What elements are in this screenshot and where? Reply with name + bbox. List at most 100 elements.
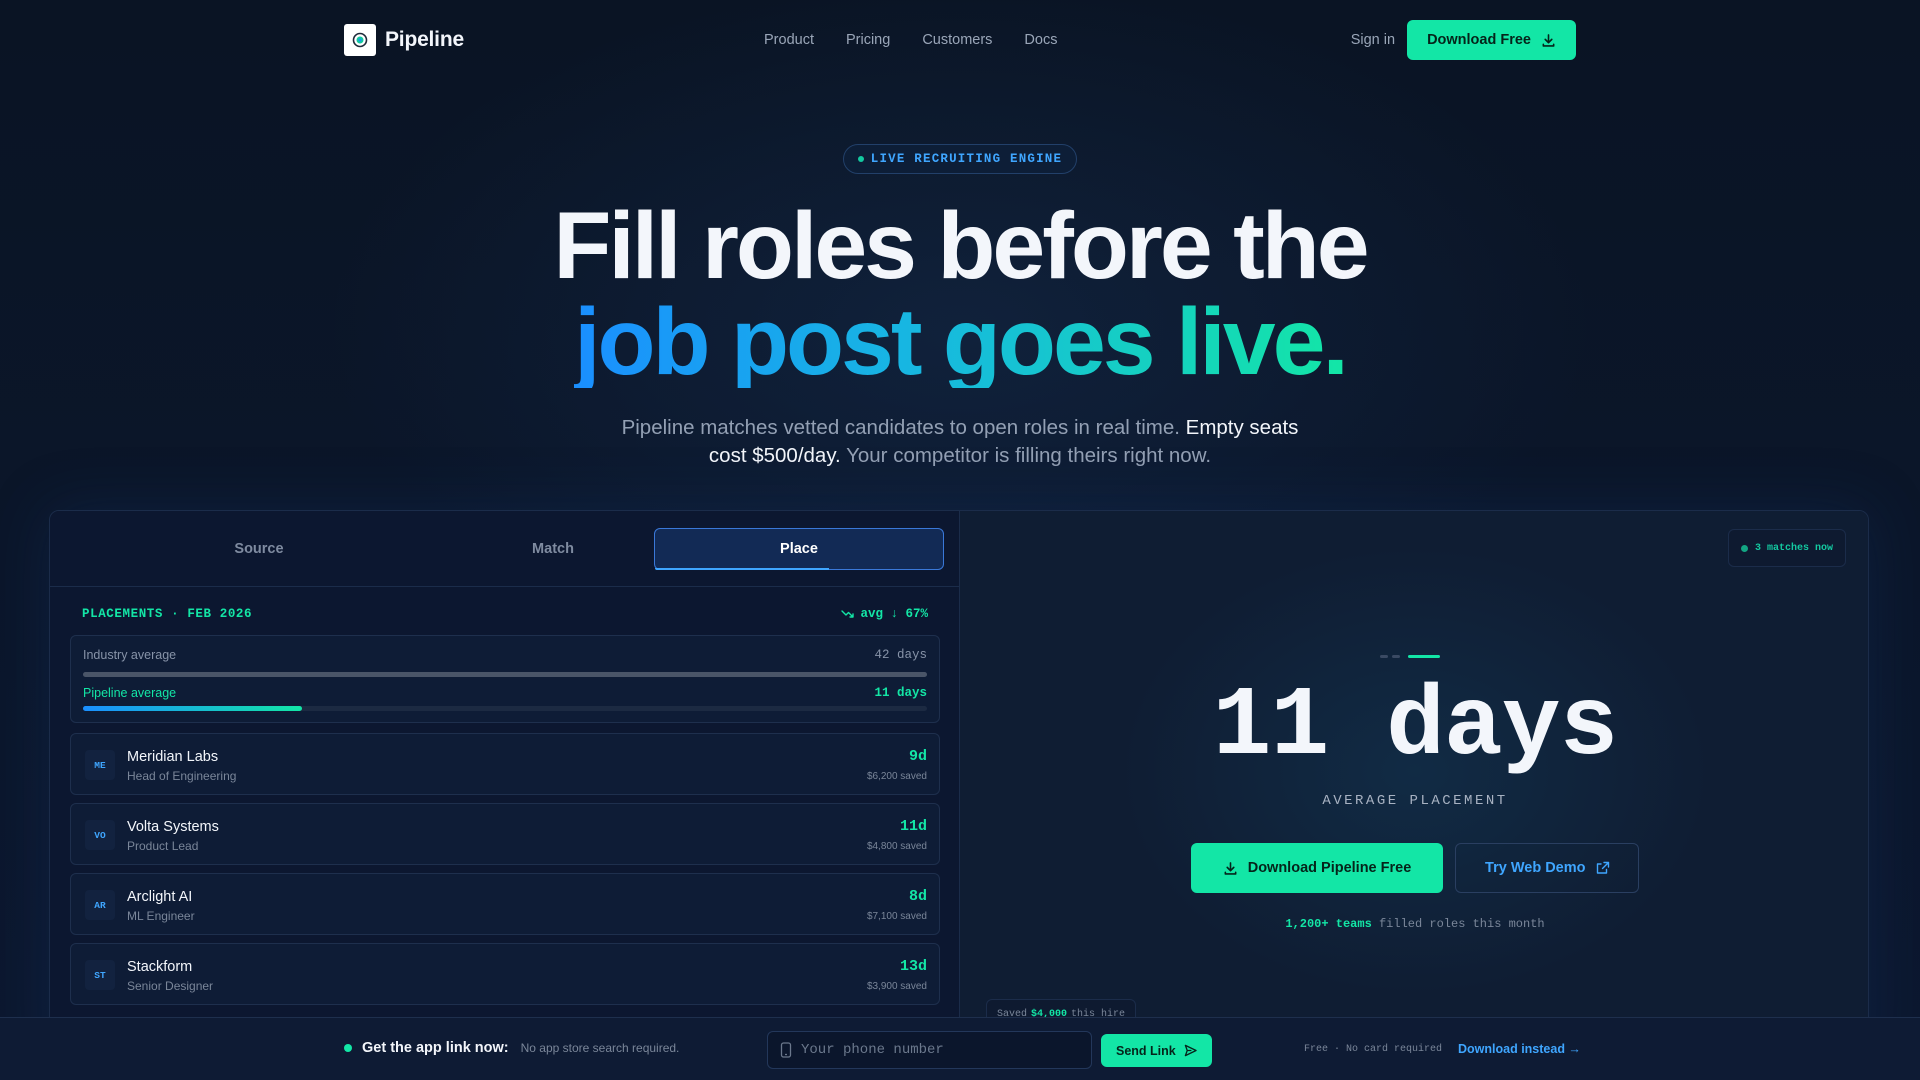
headline-line-2: job post goes live. (574, 289, 1349, 395)
top-nav: Pipeline Product Pricing Customers Docs … (344, 20, 1576, 60)
nav-link-pricing[interactable]: Pricing (846, 32, 890, 48)
subtitle-part-2: Your competitor is filling theirs right … (846, 444, 1212, 467)
list-item[interactable]: VO Volta Systems Product Lead 11d $4,800… (70, 803, 940, 865)
company-name: Volta Systems (127, 819, 219, 835)
live-dot-icon (1740, 544, 1748, 552)
download-pipeline-button[interactable]: Download Pipeline Free (1190, 843, 1444, 893)
teams-text: filled roles this month (1378, 917, 1545, 931)
amount-saved: $3,900 saved (866, 981, 927, 992)
status-dot-icon (857, 156, 864, 162)
hero-subtitle: Pipeline matches vetted candidates to op… (600, 414, 1320, 470)
matches-badge: 3 matches now (1728, 529, 1846, 567)
trend-down-icon (841, 610, 855, 618)
role-title: Product Lead (127, 839, 199, 853)
pipeline-value: 11 days (874, 686, 927, 700)
slide-dot-active[interactable] (1408, 655, 1440, 658)
sign-in-link[interactable]: Sign in (1351, 32, 1395, 48)
industry-row: Industry average 42 days (83, 648, 927, 662)
tab-place[interactable]: Place (654, 528, 944, 570)
pipeline-row: Pipeline average 11 days (83, 686, 927, 700)
company-name: Stackform (127, 959, 193, 975)
subtitle-part-1: Pipeline matches vetted candidates to op… (621, 416, 1180, 439)
avatar: VO (85, 820, 115, 850)
brand[interactable]: Pipeline (344, 24, 464, 56)
app-link-title: Get the app link now: (362, 1040, 509, 1056)
company-name: Meridian Labs (127, 749, 219, 765)
pipeline-logo-icon (344, 24, 376, 56)
amount-saved: $4,800 saved (866, 841, 927, 852)
phone-input[interactable] (801, 1042, 1071, 1058)
nav-link-customers[interactable]: Customers (922, 32, 992, 48)
download-pipeline-label: Download Pipeline Free (1247, 860, 1412, 876)
avatar: ST (85, 960, 115, 990)
app-link-text: Get the app link now: No app store searc… (344, 1040, 679, 1056)
industry-bar (83, 672, 927, 677)
download-free-label: Download Free (1427, 32, 1531, 48)
slide-dot[interactable] (1380, 655, 1388, 658)
list-item[interactable]: AR Arclight AI ML Engineer 8d $7,100 sav… (70, 873, 940, 935)
teams-count: 1,200+ teams (1285, 917, 1372, 931)
tab-source[interactable]: Source (114, 528, 404, 570)
left-pane: Source Match Place PLACEMENTS · FEB 2026… (50, 511, 960, 1069)
status-dot-icon (344, 1044, 352, 1052)
live-engine-pill: LIVE RECRUITING ENGINE (843, 144, 1077, 174)
days-to-place: 8d (908, 888, 927, 905)
pipeline-bar-fill (83, 706, 303, 711)
average-comparison: Industry average 42 days Pipeline averag… (70, 635, 940, 723)
days-to-place: 13d (899, 958, 927, 975)
amount-saved: $6,200 saved (866, 771, 927, 782)
pipeline-bar (83, 706, 927, 711)
teams-social-proof: 1,200+ teams filled roles this month (960, 917, 1868, 931)
pipeline-label: Pipeline average (83, 686, 177, 700)
list-item[interactable]: ST Stackform Senior Designer 13d $3,900 … (70, 943, 940, 1005)
days-to-place: 9d (908, 748, 927, 765)
download-icon (1542, 33, 1555, 47)
avg-change-text: avg ↓ 67% (860, 607, 928, 621)
nav-actions: Sign in Download Free (1351, 20, 1576, 60)
phone-field (767, 1031, 1092, 1069)
company-name: Arclight AI (127, 889, 193, 905)
slide-indicator (1380, 655, 1440, 658)
download-icon (1224, 861, 1237, 875)
role-title: ML Engineer (127, 909, 195, 923)
right-pane: 3 matches now 11 days AVERAGE PLACEMENT … (960, 511, 1868, 1069)
role-title: Head of Engineering (127, 769, 237, 783)
amount-saved: $7,100 saved (866, 911, 927, 922)
workflow-tabs: Source Match Place (50, 511, 960, 587)
headline-line-1: Fill roles before the (553, 193, 1369, 299)
days-to-place: 11d (899, 818, 927, 835)
external-link-icon (1596, 861, 1609, 874)
phone-icon (780, 1042, 792, 1058)
pill-text: LIVE RECRUITING ENGINE (870, 152, 1063, 166)
role-title: Senior Designer (127, 979, 214, 993)
placements-title: PLACEMENTS · FEB 2026 (82, 607, 253, 621)
nav-link-product[interactable]: Product (764, 32, 814, 48)
avatar: AR (85, 890, 115, 920)
avg-change: avg ↓ 67% (841, 607, 928, 621)
download-free-button[interactable]: Download Free (1407, 20, 1576, 60)
download-instead-link[interactable]: Download instead → (1458, 1042, 1581, 1056)
nav-links: Product Pricing Customers Docs (764, 32, 1057, 48)
try-web-demo-label: Try Web Demo (1485, 860, 1586, 876)
product-preview-panel: Source Match Place PLACEMENTS · FEB 2026… (49, 510, 1869, 1070)
app-link-bar: Get the app link now: No app store searc… (0, 1017, 1920, 1080)
average-placement-label: AVERAGE PLACEMENT (1322, 793, 1508, 809)
matches-badge-text: 3 matches now (1754, 542, 1833, 554)
placements-header: PLACEMENTS · FEB 2026 avg ↓ 67% (82, 607, 928, 621)
brand-name: Pipeline (385, 28, 464, 51)
send-link-button[interactable]: Send Link (1101, 1034, 1212, 1067)
try-web-demo-button[interactable]: Try Web Demo (1455, 843, 1640, 893)
industry-value: 42 days (874, 648, 927, 662)
slide-dot[interactable] (1392, 655, 1400, 658)
industry-label: Industry average (83, 648, 177, 662)
list-item[interactable]: ME Meridian Labs Head of Engineering 9d … (70, 733, 940, 795)
hero-headline: Fill roles before the job post goes live… (0, 193, 1920, 395)
industry-bar-fill (83, 672, 927, 677)
free-note: Free · No card required (1304, 1044, 1443, 1055)
send-link-label: Send Link (1116, 1043, 1176, 1058)
send-icon (1184, 1044, 1197, 1057)
average-placement-value: 11 days (1212, 672, 1619, 783)
cta-row: Download Pipeline Free Try Web Demo (960, 843, 1868, 893)
app-link-subtitle: No app store search required. (520, 1041, 680, 1055)
nav-link-docs[interactable]: Docs (1024, 32, 1057, 48)
